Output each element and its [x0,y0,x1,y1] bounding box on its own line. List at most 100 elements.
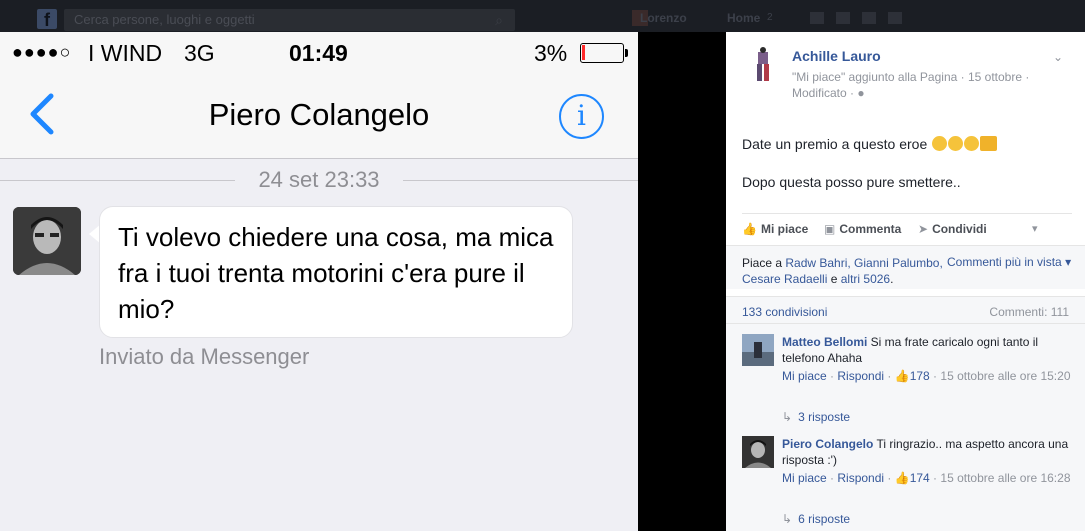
commenter-avatar-image [742,436,774,468]
search-icon[interactable]: ⌕ [495,12,503,29]
settings-icon[interactable] [888,12,902,24]
comments-list: Matteo Bellomi Si ma frate caricalo ogni… [726,324,1085,531]
info-icon[interactable]: i [559,94,604,139]
facebook-topbar: f Cerca persone, luoghi e oggetti ⌕ Lore… [0,0,1085,32]
comment-reply-link[interactable]: Rispondi [837,369,884,383]
comment-icon: ▣ [824,222,836,236]
comment-likes-count[interactable]: 178 [910,369,930,383]
battery-percent: 3% [534,40,568,66]
conversation-title: Piero Colangelo [208,97,430,132]
share-arrow-icon: ➤ [918,222,929,236]
facebook-logo-icon[interactable]: f [37,9,57,30]
laughing-emoji-icon [964,136,980,151]
battery-tip [625,49,628,57]
user-name-link[interactable]: Lorenzo [640,11,687,25]
post-text-1: Date un premio a questo eroe [742,136,932,152]
post-text-line-2: Dopo questa posso pure smettere.. [742,174,961,190]
comment-actions: Mi piace · Rispondi · 👍178 · 15 ottobre … [782,369,1071,383]
search-input[interactable]: Cerca persone, luoghi e oggetti ⌕ [64,9,515,31]
comment-like-link[interactable]: Mi piace [782,471,827,485]
comment-likes-thumb-icon[interactable]: 👍 [895,471,910,485]
conversation-navbar: Piero Colangelo i [0,72,638,159]
comment-date: 15 ottobre alle ore 16:28 [940,471,1071,485]
comment-button[interactable]: ▣ Commenta [824,222,901,236]
reaction-selector-dropdown[interactable]: ▾ [1032,222,1038,235]
notifications-icon[interactable] [862,12,876,24]
laughing-emoji-icon [948,136,964,151]
facebook-post: Achille Lauro "Mi piace" aggiunto alla P… [726,32,1085,531]
like-button[interactable]: 👍 Mi piace [742,222,808,236]
friend-requests-icon[interactable] [810,12,824,24]
comment-date: 15 ottobre alle ore 15:20 [940,369,1071,383]
commenter-name-link[interactable]: Piero Colangelo [782,437,873,451]
network-type: 3G [184,40,215,66]
battery-icon [580,43,624,63]
likes-text: Piace a Radw Bahri, Gianni Palumbo, Cesa… [742,255,947,287]
page-avatar[interactable] [744,46,782,84]
thumbs-up-icon: 👍 [742,222,757,236]
like-label: Mi piace [760,222,809,236]
crown-emoji-icon [980,136,998,151]
search-placeholder: Cerca persone, luoghi e oggetti [74,12,255,27]
battery-level-fill [582,45,585,60]
laughing-emoji-icon [932,136,948,151]
message-footer: Inviato da Messenger [99,344,310,369]
status-time: 01:49 [289,40,348,66]
replies-count: 6 risposte [798,512,851,526]
comment-replies-link[interactable]: ↳ 6 risposte [782,512,850,526]
message-text: Ti volevo chiedere una cosa, ma mica fra… [118,222,554,324]
replies-count: 3 risposte [798,410,851,424]
status-bar: ●●●●○ I WIND 3G 01:49 3% [0,32,638,72]
post-meta: "Mi piace" aggiunto alla Pagina · 15 ott… [792,69,1062,101]
commenter-avatar[interactable] [742,436,774,468]
comment-label: Commenta [839,222,902,236]
phone-screenshot: ●●●●○ I WIND 3G 01:49 3% Piero Colangelo… [0,32,638,531]
shares-count-link[interactable]: 133 condivisioni [742,305,827,319]
dark-gap [638,32,726,531]
carrier-name: I WIND [88,40,163,66]
comments-order-label: Commenti più in vista [947,255,1062,269]
commenter-avatar[interactable] [742,334,774,366]
home-link[interactable]: Home [727,11,760,25]
commenter-avatar-image [742,334,774,366]
home-count-badge: 2 [767,12,773,23]
comment-likes-count[interactable]: 174 [910,471,930,485]
date-separator-text: 24 set 23:33 [258,167,380,192]
public-globe-icon: ● [857,86,865,100]
signal-icon: ●●●●○ [12,42,72,62]
likes-middle: e [827,272,841,286]
post-stats: 133 condivisioni Commenti: 111 [726,296,1085,324]
comment-actions: Mi piace · Rispondi · 👍174 · 15 ottobre … [782,471,1071,485]
likes-prefix: Piace a [742,256,786,270]
comments-count: Commenti: 111 [989,305,1069,319]
date-separator: 24 set 23:33 [0,167,638,193]
post-meta-text: "Mi piace" aggiunto alla Pagina · 15 ott… [792,70,1030,100]
message-bubble[interactable]: Ti volevo chiedere una cosa, ma mica fra… [99,206,573,338]
topbar-icons [810,11,960,27]
commenter-name-link[interactable]: Matteo Bellomi [782,335,867,349]
dropdown-caret-icon: ▾ [1065,255,1072,269]
other-likers-link[interactable]: altri 5026 [841,272,890,286]
reply-arrow-icon: ↳ [782,512,793,526]
sender-avatar[interactable] [13,207,81,275]
likes-suffix: . [890,272,894,286]
share-button[interactable]: ➤ Condividi [918,222,987,236]
comment-body: Piero Colangelo Ti ringrazio.. ma aspett… [782,436,1072,468]
likes-summary: Piace a Radw Bahri, Gianni Palumbo, Cesa… [726,245,1085,289]
post-options-chevron-icon[interactable]: ⌄ [1053,50,1063,64]
comment-body: Matteo Bellomi Si ma frate caricalo ogni… [782,334,1072,366]
avatar-photo [13,207,81,275]
comment-replies-link[interactable]: ↳ 3 risposte [782,410,850,424]
messages-icon[interactable] [836,12,850,24]
page-avatar-image [744,46,782,84]
screenshot-root: f Cerca persone, luoghi e oggetti ⌕ Lore… [0,0,1085,531]
post-text-line-1: Date un premio a questo eroe [742,136,998,152]
comment-likes-thumb-icon[interactable]: 👍 [895,369,910,383]
post-author-link[interactable]: Achille Lauro [792,48,881,64]
post-actions: 👍 Mi piace ▣ Commenta ➤ Condividi ▾ [742,213,1072,241]
share-label: Condividi [932,222,987,236]
comments-order-dropdown[interactable]: Commenti più in vista ▾ [947,255,1071,269]
comment-reply-link[interactable]: Rispondi [837,471,884,485]
comment-like-link[interactable]: Mi piace [782,369,827,383]
separator-line-right [403,180,638,181]
